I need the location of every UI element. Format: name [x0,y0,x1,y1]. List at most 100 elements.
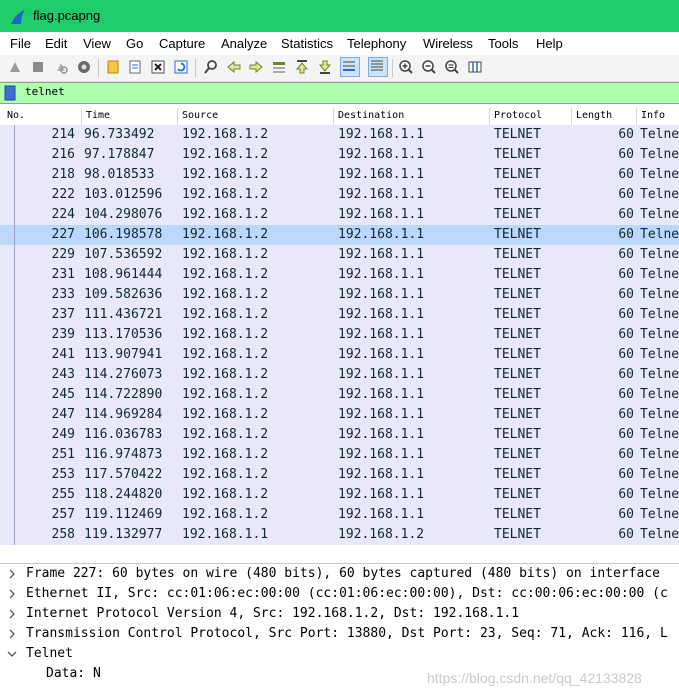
last-packet-icon[interactable] [317,59,333,75]
packet-time: 116.036783 [84,427,163,442]
menu-help[interactable]: Help [536,36,563,51]
column-header-time[interactable]: Time [86,110,110,121]
detail-tree-item[interactable]: Ethernet II, Src: cc:01:06:ec:00:00 (cc:… [0,585,679,605]
chevron-right-icon[interactable] [7,629,17,639]
find-packet-icon[interactable] [203,59,219,75]
chevron-down-icon[interactable] [7,649,17,659]
packet-row[interactable]: 214 96.733492 192.168.1.2 192.168.1.1 TELNET… [0,125,679,145]
packet-row[interactable]: 229 107.536592 192.168.1.2 192.168.1.1 TELNE… [0,245,679,265]
packet-protocol: TELNET [494,327,541,342]
packet-row[interactable]: 251 116.974873 192.168.1.2 192.168.1.1 TELNE… [0,445,679,465]
stop-capture-icon[interactable] [30,59,46,75]
packet-row[interactable]: 224 104.298076 192.168.1.2 192.168.1.1 TELNE… [0,205,679,225]
packet-row[interactable]: 231 108.961444 192.168.1.2 192.168.1.1 TELNE… [0,265,679,285]
packet-info: Telne [640,527,679,542]
packet-row[interactable]: 247 114.969284 192.168.1.2 192.168.1.1 TELNE… [0,405,679,425]
open-file-icon[interactable] [105,59,121,75]
packet-length: 60 [618,467,634,482]
packet-no: 224 [51,207,75,222]
packet-row[interactable]: 249 116.036783 192.168.1.2 192.168.1.1 TELNE… [0,425,679,445]
detail-tree-item[interactable]: Telnet [0,645,679,665]
packet-length: 60 [618,387,634,402]
go-to-packet-icon[interactable] [271,59,287,75]
menu-file[interactable]: File [10,36,31,51]
packet-row[interactable]: 241 113.907941 192.168.1.2 192.168.1.1 TELNE… [0,345,679,365]
packet-time: 111.436721 [84,307,163,322]
zoom-out-icon[interactable] [421,59,437,75]
packet-source: 192.168.1.2 [182,467,269,482]
menu-tools[interactable]: Tools [488,36,518,51]
auto-scroll-icon[interactable] [340,57,360,77]
capture-options-icon[interactable] [76,59,92,75]
restart-capture-icon[interactable] [53,59,69,75]
packet-row[interactable]: 239 113.170536 192.168.1.2 192.168.1.1 TELNE… [0,325,679,345]
packet-row[interactable]: 233 109.582636 192.168.1.2 192.168.1.1 TELNE… [0,285,679,305]
go-forward-icon[interactable] [248,59,264,75]
packet-row[interactable]: 222 103.012596 192.168.1.2 192.168.1.1 TELNE… [0,185,679,205]
detail-tree-item[interactable]: Frame 227: 60 bytes on wire (480 bits), … [0,565,679,585]
packet-row[interactable]: 218 98.018533 192.168.1.2 192.168.1.1 TELNET… [0,165,679,185]
detail-tree-item[interactable]: Transmission Control Protocol, Src Port:… [0,625,679,645]
packet-source: 192.168.1.2 [182,147,269,162]
column-header-no[interactable]: No. [7,110,25,121]
close-file-icon[interactable] [150,59,166,75]
packet-no: 255 [51,487,75,502]
packet-length: 60 [618,207,634,222]
packet-row[interactable]: 258 119.132977 192.168.1.1 192.168.1.2 TELNE… [0,525,679,545]
display-filter-bar[interactable]: telnet [0,82,679,104]
menu-view[interactable]: View [83,36,111,51]
packet-row[interactable]: 216 97.178847 192.168.1.2 192.168.1.1 TELNET… [0,145,679,165]
packet-row[interactable]: 245 114.722890 192.168.1.2 192.168.1.1 TELNE… [0,385,679,405]
packet-time: 113.907941 [84,347,163,362]
resize-columns-icon[interactable] [467,59,483,75]
display-filter-input[interactable]: telnet [25,85,65,98]
packet-no: 222 [51,187,75,202]
packet-length: 60 [618,487,634,502]
reload-file-icon[interactable] [173,59,189,75]
packet-source: 192.168.1.2 [182,507,269,522]
zoom-in-icon[interactable] [398,59,414,75]
packet-row[interactable]: 243 114.276073 192.168.1.2 192.168.1.1 TELNE… [0,365,679,385]
packet-row[interactable]: 237 111.436721 192.168.1.2 192.168.1.1 TELNE… [0,305,679,325]
column-header-source[interactable]: Source [182,110,218,121]
chevron-right-icon[interactable] [7,569,17,579]
column-header-length[interactable]: Length [576,110,612,121]
packet-length: 60 [618,427,634,442]
chevron-right-icon[interactable] [7,589,17,599]
detail-tree-item[interactable]: Internet Protocol Version 4, Src: 192.16… [0,605,679,625]
chevron-right-icon[interactable] [7,609,17,619]
zoom-normal-icon[interactable] [444,59,460,75]
packet-destination: 192.168.1.1 [338,367,425,382]
menu-go[interactable]: Go [126,36,143,51]
packet-info: Telne [640,207,679,222]
packet-protocol: TELNET [494,167,541,182]
column-header-info[interactable]: Info [641,110,665,121]
packet-no: 229 [51,247,75,262]
menu-capture[interactable]: Capture [159,36,205,51]
packet-row[interactable]: 253 117.570422 192.168.1.2 192.168.1.1 TELNE… [0,465,679,485]
packet-source: 192.168.1.2 [182,487,269,502]
menu-analyze[interactable]: Analyze [221,36,267,51]
packet-time: 119.112469 [84,507,163,522]
packet-row[interactable]: 255 118.244820 192.168.1.2 192.168.1.1 TELNE… [0,485,679,505]
packet-no: 243 [51,367,75,382]
menu-wireless[interactable]: Wireless [423,36,473,51]
column-header-destination[interactable]: Destination [338,110,404,121]
menu-telephony[interactable]: Telephony [347,36,406,51]
menu-statistics[interactable]: Statistics [281,36,333,51]
bookmark-icon[interactable] [4,85,16,101]
go-back-icon[interactable] [226,59,242,75]
related-packet-marker [14,125,15,545]
colorize-icon[interactable] [368,57,388,77]
start-capture-icon[interactable] [7,59,23,75]
packet-row[interactable]: 257 119.112469 192.168.1.2 192.168.1.1 TELNE… [0,505,679,525]
first-packet-icon[interactable] [294,59,310,75]
packet-length: 60 [618,187,634,202]
packet-info: Telne [640,307,679,322]
pane-splitter[interactable] [0,545,679,564]
column-header-protocol[interactable]: Protocol [494,110,542,121]
packet-protocol: TELNET [494,187,541,202]
packet-row[interactable]: 227 106.198578 192.168.1.2 192.168.1.1 TELNE… [0,225,679,245]
menu-edit[interactable]: Edit [45,36,67,51]
save-file-icon[interactable] [127,59,143,75]
